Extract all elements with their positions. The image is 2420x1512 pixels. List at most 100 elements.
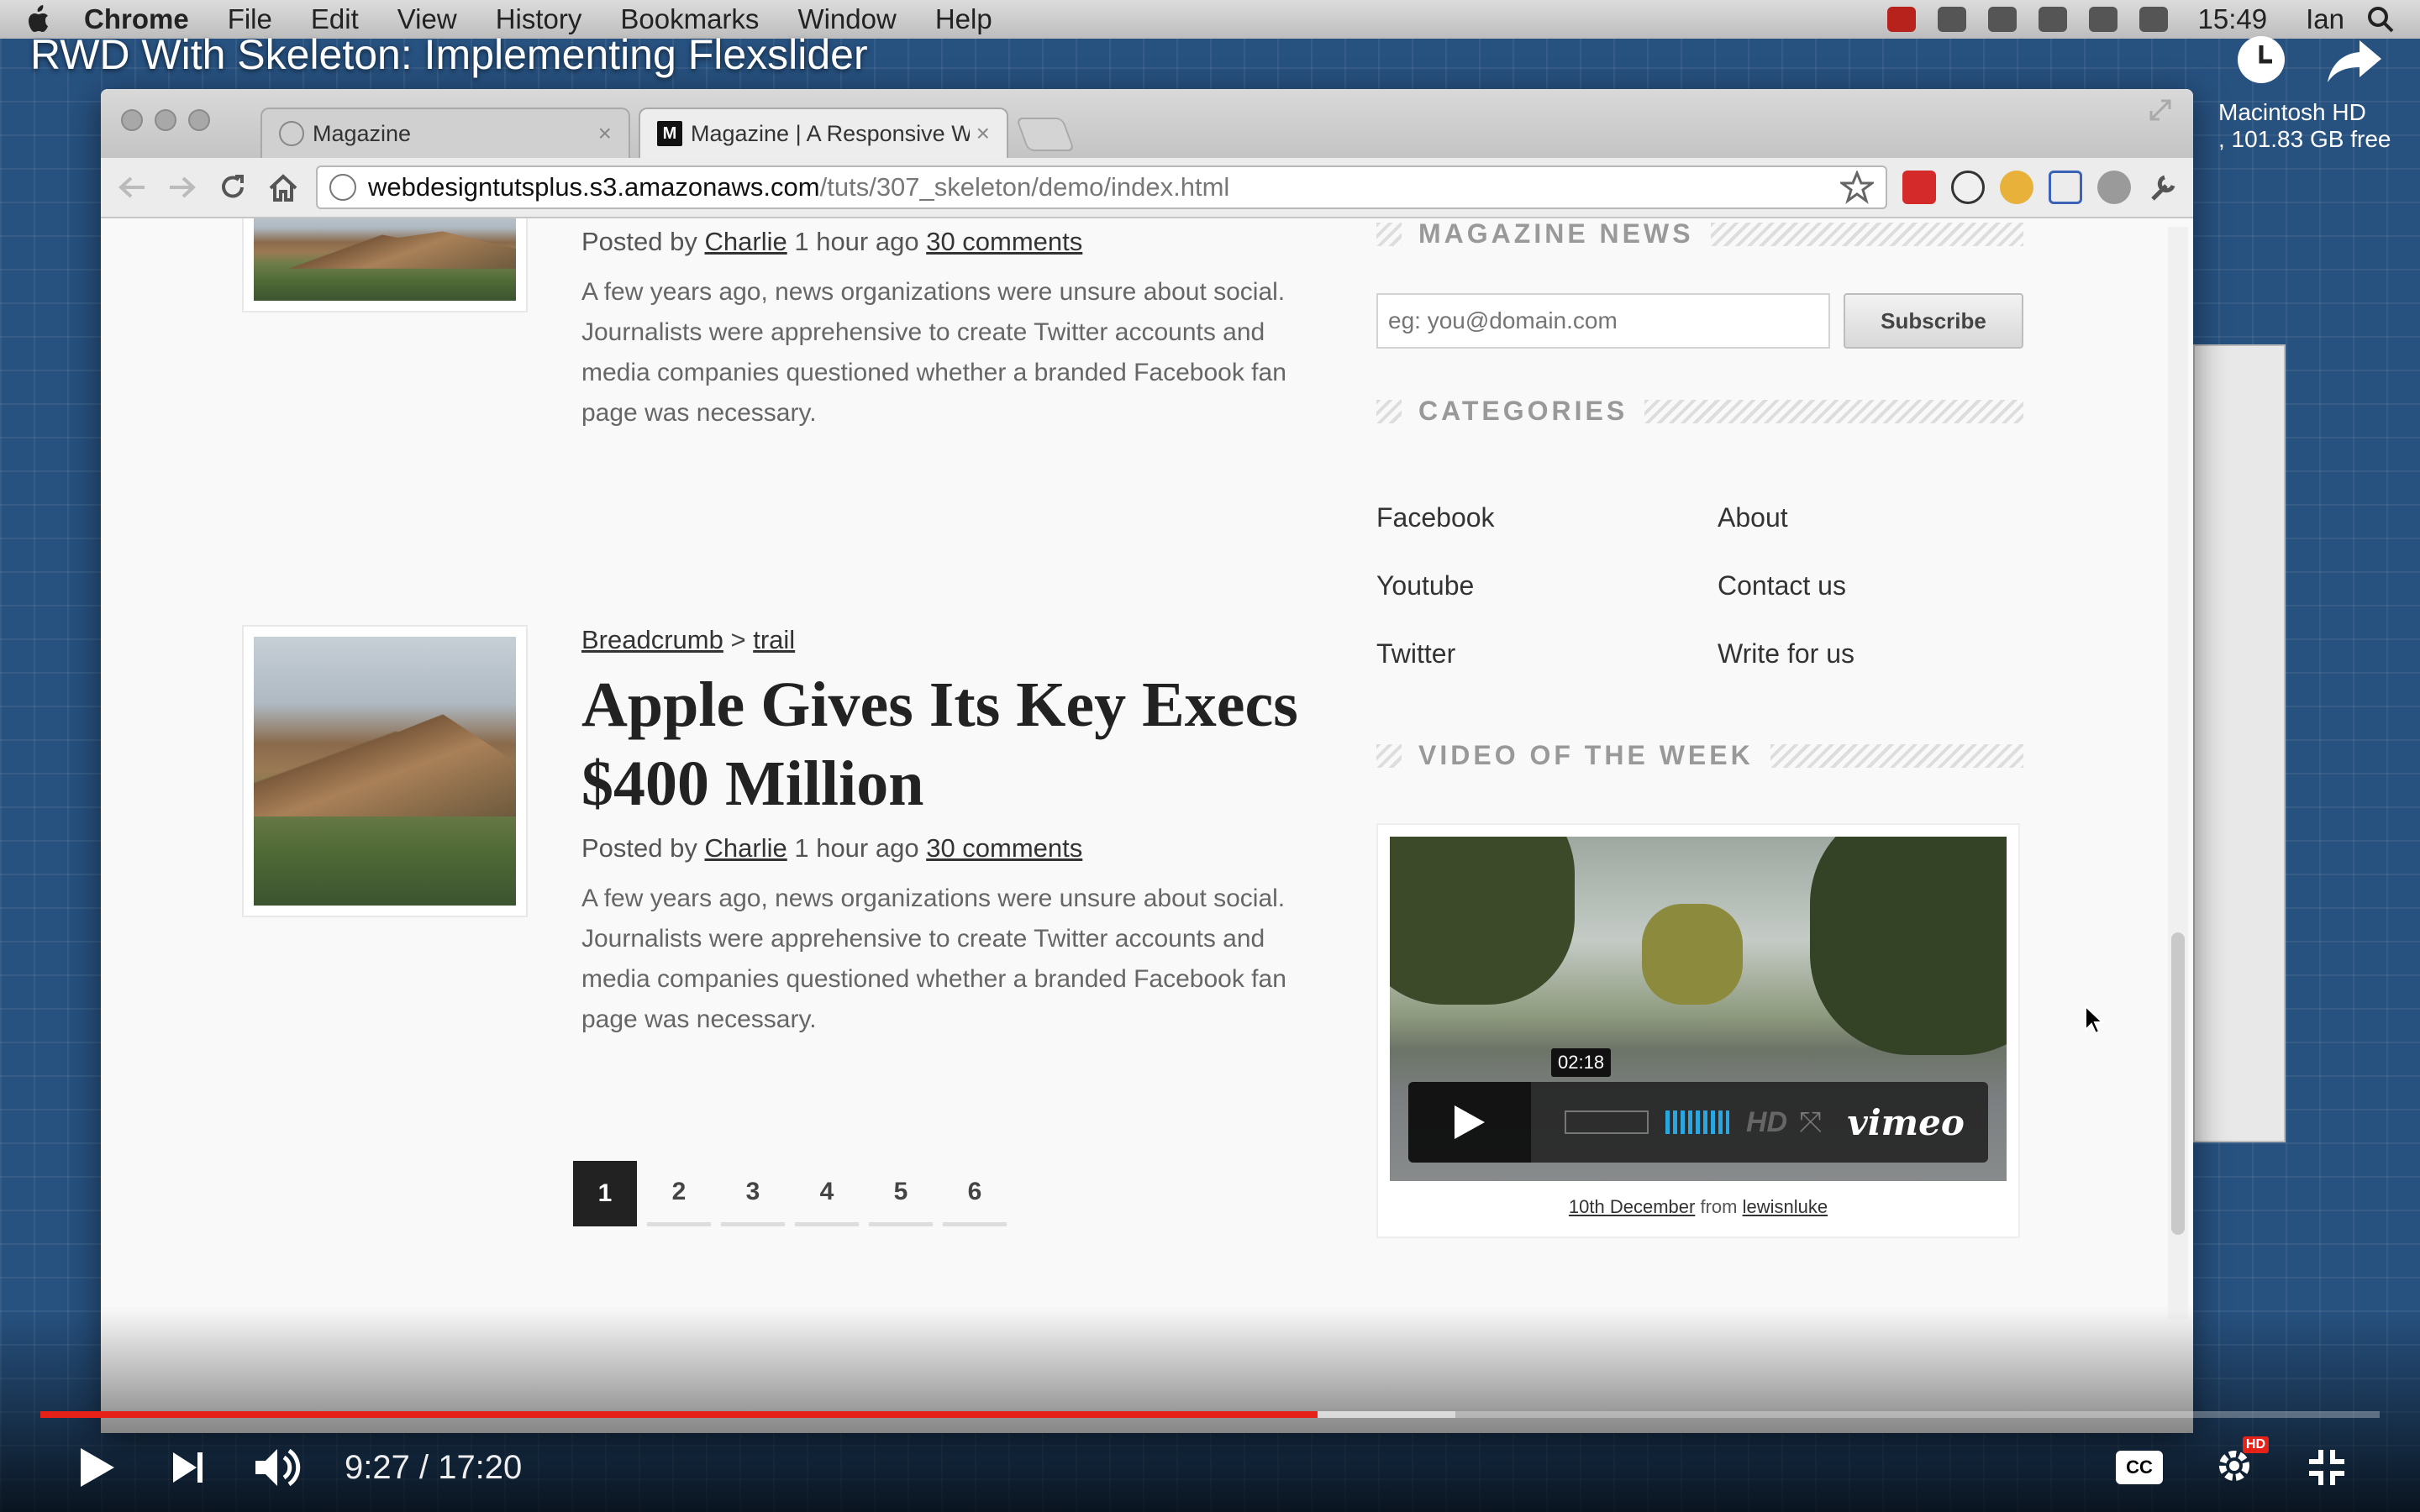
forward-button[interactable] <box>165 170 200 205</box>
page-link-1[interactable]: 1 <box>573 1161 637 1226</box>
video-player[interactable]: 02:18 HD ⤧ vimeo <box>1390 837 2007 1181</box>
disk-free: , 101.83 GB free <box>2218 126 2391 152</box>
video-fullscreen-icon[interactable]: ⤧ <box>1799 1106 1822 1139</box>
mouse-cursor-icon <box>2085 1005 2104 1035</box>
article-thumbnail[interactable] <box>244 218 526 311</box>
author-link[interactable]: Charlie <box>705 227 787 256</box>
share-icon[interactable] <box>2326 37 2385 84</box>
wrench-icon[interactable] <box>2146 171 2180 204</box>
category-link-about[interactable]: About <box>1718 502 2020 533</box>
tab-label: Magazine <box>313 120 412 146</box>
article-thumbnail[interactable] <box>244 627 526 916</box>
category-link-contact[interactable]: Contact us <box>1718 570 2020 601</box>
breadcrumb-link[interactable]: Breadcrumb <box>581 625 723 654</box>
settings-button[interactable]: HD <box>2213 1436 2269 1491</box>
article-excerpt: A few years ago, news organizations were… <box>581 278 1286 427</box>
tab-magazine[interactable]: Magazine × <box>260 108 630 158</box>
category-link-write[interactable]: Write for us <box>1718 638 2020 669</box>
display-icon[interactable] <box>2139 7 2168 32</box>
battery-icon[interactable] <box>2088 7 2118 32</box>
extension-face-icon[interactable] <box>2000 171 2033 204</box>
menubar-user[interactable]: Ian <box>2306 3 2344 35</box>
extension-gear-icon[interactable] <box>2097 171 2131 204</box>
scrollbar-thumb[interactable] <box>2171 932 2185 1235</box>
video-title[interactable]: RWD With Skeleton: Implementing Flexslid… <box>30 30 868 79</box>
subscribe-button[interactable]: Subscribe <box>1844 293 2023 349</box>
menubar-clock[interactable]: 15:49 <box>2198 3 2268 35</box>
menu-help[interactable]: Help <box>935 3 992 35</box>
page-link-3[interactable]: 3 <box>721 1161 785 1226</box>
post-time: 1 hour ago <box>794 227 919 256</box>
video-progress-bar[interactable] <box>1565 1110 1649 1134</box>
zoom-window-button[interactable] <box>188 109 210 131</box>
video-progress-bar[interactable] <box>40 1411 2380 1418</box>
apple-icon[interactable] <box>25 5 50 34</box>
reload-button[interactable] <box>215 170 250 205</box>
tab-close-icon[interactable]: × <box>598 120 612 147</box>
desktop-disk-label[interactable]: Macintosh HD , 101.83 GB free <box>2218 99 2391 153</box>
extension-sync-icon[interactable] <box>1951 171 1985 204</box>
minimize-window-button[interactable] <box>155 109 176 131</box>
volume-button[interactable] <box>254 1442 304 1493</box>
extension-screenshot-icon[interactable] <box>2049 171 2082 204</box>
page-link-5[interactable]: 5 <box>869 1161 933 1226</box>
captions-button[interactable]: CC <box>2116 1451 2163 1484</box>
vimeo-logo[interactable]: vimeo <box>1847 1102 1965 1143</box>
article-headline[interactable]: Apple Gives Its Key Execs $400 Million <box>581 665 1321 823</box>
close-window-button[interactable] <box>121 109 143 131</box>
page-scrollbar[interactable] <box>2168 227 2188 1319</box>
hatch-decoration <box>1644 399 2023 423</box>
article-2: Breadcrumb > trail Apple Gives Its Key E… <box>581 625 1321 1040</box>
wifi-icon[interactable] <box>2038 7 2067 32</box>
player-controls: 9:27 / 17:20 CC HD <box>0 1430 2420 1505</box>
author-link[interactable]: Charlie <box>705 833 787 863</box>
sidebar: MAGAZINE NEWS Subscribe CATEGORIES Faceb… <box>1376 218 2023 1238</box>
arrow-left-icon <box>118 176 145 198</box>
video-scenery <box>1810 837 2007 1055</box>
hatch-decoration <box>1376 222 1402 246</box>
extension-lastpass-icon[interactable] <box>1902 171 1936 204</box>
video-hd-toggle[interactable]: HD <box>1746 1106 1787 1139</box>
url-host: webdesigntutsplus.s3.amazonaws.com <box>368 172 820 202</box>
browser-toolbar: webdesigntutsplus.s3.amazonaws.com /tuts… <box>101 158 2193 218</box>
back-button[interactable] <box>114 170 150 205</box>
record-status-icon[interactable] <box>1886 7 1916 32</box>
hatch-decoration <box>1770 743 2023 768</box>
page-info-icon[interactable] <box>329 174 356 201</box>
page-link-6[interactable]: 6 <box>943 1161 1007 1226</box>
sync-icon[interactable] <box>1987 7 2017 32</box>
breadcrumb-separator: > <box>730 625 746 654</box>
home-button[interactable] <box>266 170 301 205</box>
widget-title-text: MAGAZINE NEWS <box>1418 218 1694 249</box>
reload-icon <box>222 175 244 198</box>
video-author-link[interactable]: lewisnluke <box>1743 1196 1828 1217</box>
time-display: 9:27 / 17:20 <box>345 1448 523 1486</box>
video-volume-bars[interactable] <box>1665 1110 1729 1134</box>
video-play-button[interactable] <box>1408 1082 1531 1163</box>
category-link-youtube[interactable]: Youtube <box>1376 570 1718 601</box>
comments-link[interactable]: 30 comments <box>926 227 1082 256</box>
next-button[interactable] <box>163 1442 213 1493</box>
tab-close-icon[interactable]: × <box>976 120 990 147</box>
category-link-facebook[interactable]: Facebook <box>1376 502 1718 533</box>
address-bar[interactable]: webdesigntutsplus.s3.amazonaws.com /tuts… <box>316 165 1887 209</box>
fullscreen-icon[interactable] <box>2148 97 2173 123</box>
breadcrumb-link[interactable]: trail <box>753 625 795 654</box>
tab-magazine-responsive[interactable]: M Magazine | A Responsive We × <box>639 108 1008 158</box>
hatch-decoration <box>1710 222 2023 246</box>
exit-fullscreen-icon[interactable] <box>2306 1446 2348 1488</box>
background-window[interactable] <box>2193 344 2286 1142</box>
page-link-4[interactable]: 4 <box>795 1161 859 1226</box>
play-button[interactable] <box>72 1442 123 1493</box>
bookmark-star-icon[interactable] <box>1840 171 1874 204</box>
new-tab-button[interactable] <box>1015 118 1076 151</box>
comments-link[interactable]: 30 comments <box>926 833 1082 863</box>
category-link-twitter[interactable]: Twitter <box>1376 638 1718 669</box>
video-date-link[interactable]: 10th December <box>1569 1196 1695 1217</box>
page-link-2[interactable]: 2 <box>647 1161 711 1226</box>
watch-later-icon[interactable] <box>2235 34 2287 86</box>
email-field[interactable] <box>1376 293 1830 349</box>
time-machine-icon[interactable] <box>1937 7 1966 32</box>
spotlight-search-icon[interactable] <box>2366 5 2395 34</box>
video-embed: 02:18 HD ⤧ vimeo 10th December from lewi… <box>1376 823 2020 1238</box>
